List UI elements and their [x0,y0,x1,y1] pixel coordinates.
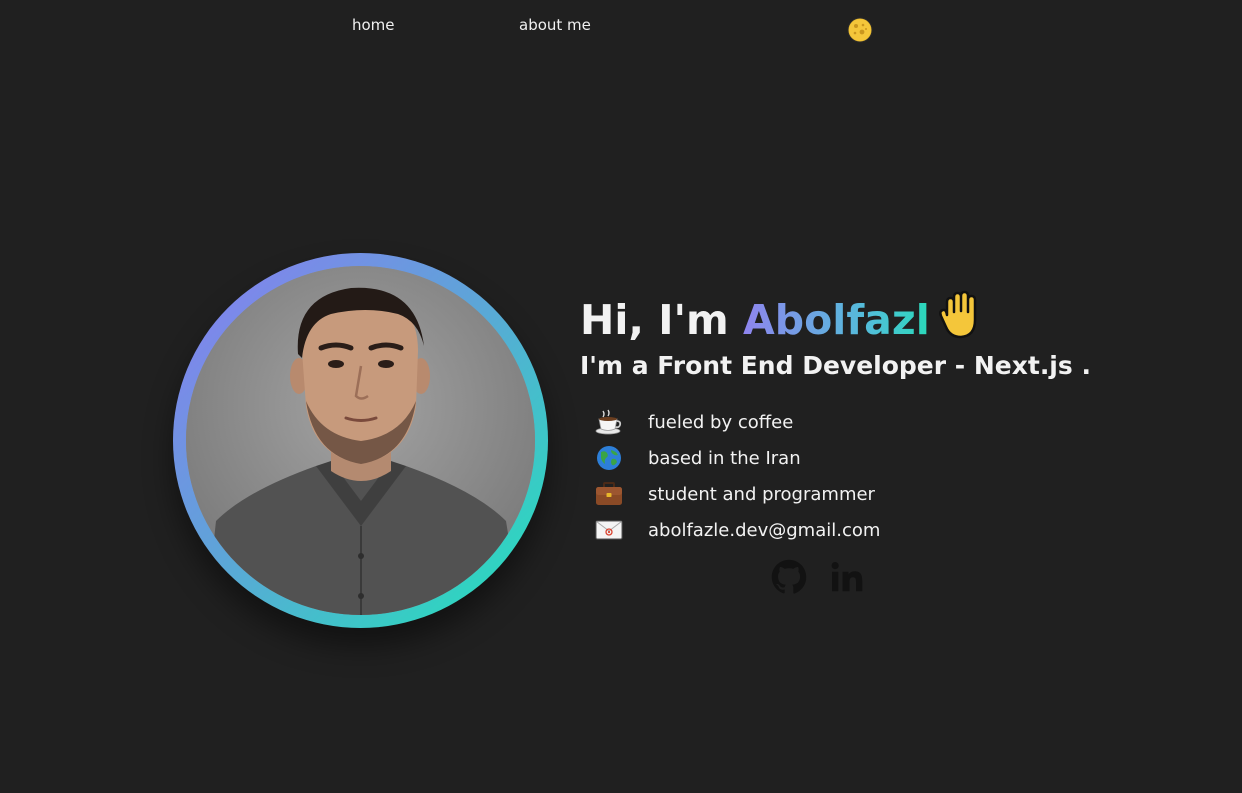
raised-hand-icon [938,290,977,339]
fact-item-occupation: student and programmer [595,476,880,512]
fact-text: student and programmer [648,483,875,505]
github-icon [771,559,807,594]
github-link[interactable] [771,559,807,595]
moon-icon [847,17,873,43]
nav-home-link[interactable]: home [352,16,395,34]
avatar-ring [173,253,548,628]
linkedin-icon [831,562,863,592]
subtitle: I'm a Front End Developer - Next.js . [580,351,1091,380]
coffee-icon [595,408,623,436]
briefcase-icon [595,480,623,508]
theme-toggle-button[interactable] [847,17,873,43]
linkedin-link[interactable] [829,559,865,595]
fact-item-location: based in the Iran [595,440,880,476]
greeting-heading: Hi, I'm Abolfazl [580,290,984,348]
fact-text: fueled by coffee [648,411,794,433]
page: home about me Hi, I'm Abolfazl I'm a Fro… [0,0,1242,793]
envelope-icon [595,516,623,544]
name-text: Abolfazl [743,296,930,344]
globe-icon [595,444,623,472]
avatar [186,266,535,615]
nav-about-link[interactable]: about me [519,16,591,34]
fact-text: based in the Iran [648,447,801,469]
fact-item-email: abolfazle.dev@gmail.com [595,512,880,548]
facts-list: fueled by coffee based in the Iran stude… [595,404,880,548]
fact-item-coffee: fueled by coffee [595,404,880,440]
greeting-prefix: Hi, I'm [580,296,744,344]
fact-text: abolfazle.dev@gmail.com [648,519,881,541]
